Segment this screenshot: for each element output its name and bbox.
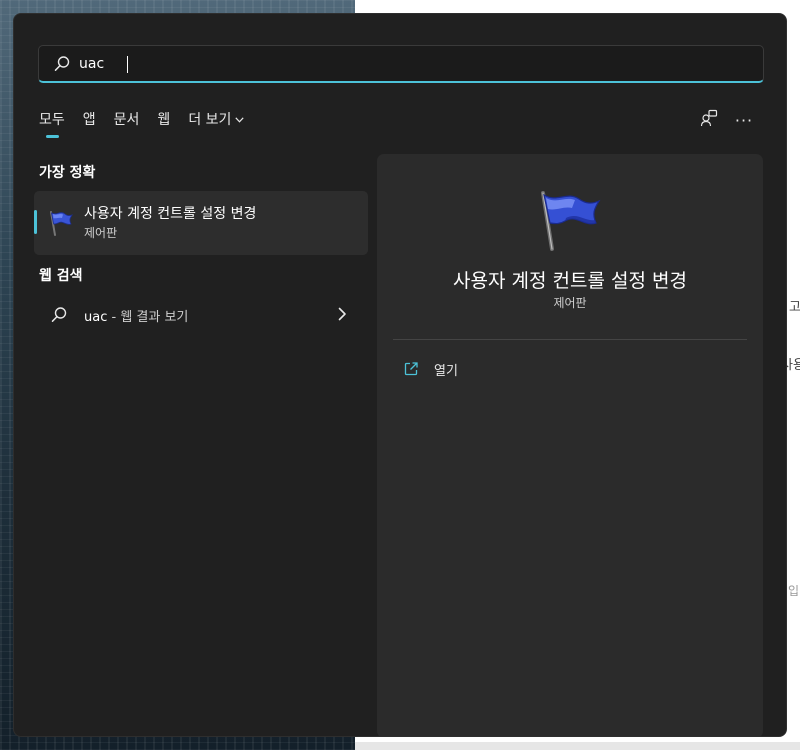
background-window-footer: [355, 742, 800, 750]
tab-label: 더 보기: [188, 112, 232, 128]
background-text: 고: [789, 300, 800, 315]
tab-label: 문서: [113, 112, 140, 128]
text-caret: [127, 56, 128, 73]
chevron-right-icon: [334, 306, 350, 322]
more-options-button[interactable]: ···: [732, 108, 756, 132]
background-text: 입: [788, 584, 800, 598]
start-search-panel: 모두 앱 문서 웹 더 보기 ··· 가장 정확: [13, 13, 787, 737]
share-people-icon: [700, 109, 718, 131]
tab-all[interactable]: 모두: [39, 108, 65, 138]
web-search-label: uac - 웹 결과 보기: [84, 306, 188, 325]
tab-label: 모두: [39, 112, 65, 128]
best-match-name: 사용자 계정 컨트롤 설정 변경: [84, 206, 257, 222]
web-search-query: uac: [84, 310, 108, 325]
search-icon: [50, 306, 68, 324]
detail-title: 사용자 계정 컨트롤 설정 변경: [453, 270, 687, 292]
best-match-heading: 가장 정확: [39, 165, 96, 181]
share-button[interactable]: [697, 108, 721, 132]
blue-flag-icon: [46, 209, 74, 237]
tab-apps[interactable]: 앱: [83, 108, 96, 132]
web-search-suffix: - 웹 결과 보기: [107, 310, 189, 325]
detail-divider: [393, 339, 747, 340]
tab-more[interactable]: 더 보기: [188, 108, 245, 133]
selection-indicator: [34, 210, 37, 234]
open-button[interactable]: 열기: [389, 353, 589, 383]
tab-documents[interactable]: 문서: [114, 108, 140, 132]
tab-label: 앱: [82, 112, 96, 128]
blue-flag-icon: [535, 189, 605, 253]
search-input[interactable]: [79, 52, 739, 76]
tab-label: 웹: [157, 112, 171, 128]
web-search-result[interactable]: uac - 웹 결과 보기: [34, 297, 368, 331]
web-search-heading: 웹 검색: [39, 268, 83, 284]
open-external-icon: [403, 361, 419, 377]
search-box[interactable]: [38, 45, 764, 83]
result-detail-pane: 사용자 계정 컨트롤 설정 변경 제어판 열기: [377, 154, 763, 736]
best-match-subtitle: 제어판: [84, 226, 118, 240]
open-label: 열기: [434, 364, 458, 379]
filter-tabs: 모두 앱 문서 웹 더 보기: [39, 108, 262, 138]
chevron-down-icon: [235, 109, 245, 133]
search-icon: [53, 55, 71, 73]
best-match-result[interactable]: 사용자 계정 컨트롤 설정 변경 제어판: [34, 191, 368, 255]
more-dots-icon: ···: [734, 110, 754, 130]
tab-web[interactable]: 웹: [157, 108, 170, 132]
detail-subtitle: 제어판: [553, 296, 587, 310]
